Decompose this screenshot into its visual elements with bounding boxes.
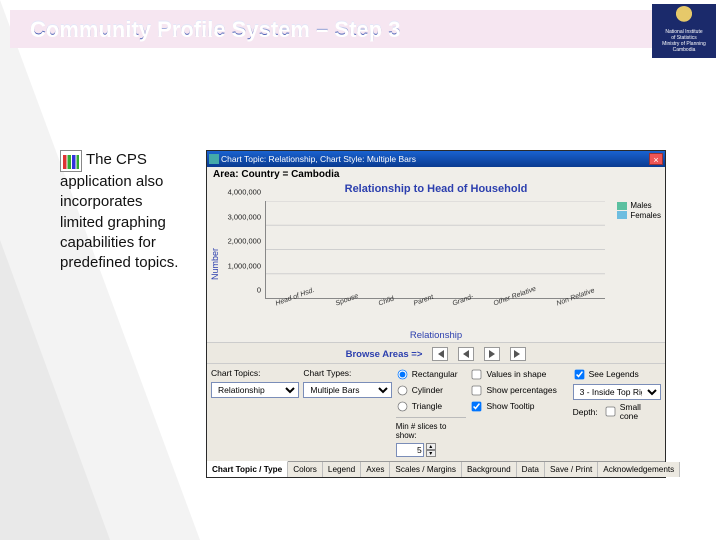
slide-title-bar: Community Profile System – Step 3 (10, 10, 660, 48)
app-titlebar[interactable]: Chart Topic: Relationship, Chart Style: … (207, 151, 665, 167)
prev-button[interactable] (458, 347, 474, 361)
area-label: Area: Country = Cambodia (213, 169, 339, 180)
chart-area: Number 01,000,0002,000,0003,000,0004,000… (209, 199, 663, 329)
chart-title: Relationship to Head of Household (207, 182, 665, 199)
min-slices-input[interactable] (396, 443, 424, 457)
body-column: The CPS application also incorporates li… (60, 150, 190, 478)
y-axis-label: Number (209, 199, 221, 329)
y-tick-label: 4,000,000 (228, 188, 261, 197)
min-slices-label: Min # slices to show: (396, 422, 467, 440)
chart-types-label: Chart Types: (303, 368, 391, 379)
tab-scales-margins[interactable]: Scales / Margins (390, 462, 462, 477)
bar-chart-icon (60, 150, 82, 172)
x-tick-label: Grand- (452, 293, 483, 329)
tab-strip: Chart Topic / TypeColorsLegendAxesScales… (207, 461, 665, 477)
browse-areas-row: Browse Areas => (207, 342, 665, 364)
tab-chart-topic-type[interactable]: Chart Topic / Type (207, 461, 288, 477)
legend-position-select[interactable]: 3 - Inside Top Right (573, 384, 661, 400)
chart-app-window: Chart Topic: Relationship, Chart Style: … (206, 150, 666, 478)
see-legends-check[interactable]: See Legends (573, 368, 661, 381)
x-axis-label: Relationship (207, 329, 665, 342)
org-badge: National Institute of Statistics Ministr… (652, 4, 716, 58)
tab-acknowledgements[interactable]: Acknowledgements (598, 462, 680, 477)
spin-up-button[interactable]: ▴ (426, 443, 436, 450)
chart-topics-select[interactable]: Relationship (211, 382, 299, 398)
controls-panel: Chart Topics: Relationship Chart Types: … (207, 364, 665, 461)
depth-label: Depth: (573, 407, 598, 417)
small-cone-check[interactable]: Small cone (604, 403, 661, 421)
x-tick-label: Spouse (335, 293, 368, 329)
legend-label: Males (630, 201, 651, 211)
tab-background[interactable]: Background (462, 462, 517, 477)
chart-legend: Males Females (617, 201, 661, 220)
swatch-males (617, 202, 627, 210)
plot-area (265, 201, 605, 299)
tab-colors[interactable]: Colors (288, 462, 323, 477)
first-button[interactable] (432, 347, 448, 361)
window-title: Chart Topic: Relationship, Chart Style: … (219, 154, 649, 164)
tab-axes[interactable]: Axes (361, 462, 390, 477)
spin-down-button[interactable]: ▾ (426, 450, 436, 457)
last-button[interactable] (510, 347, 526, 361)
x-tick-label: Child (377, 295, 402, 329)
y-tick-label: 1,000,000 (228, 261, 261, 270)
tab-data[interactable]: Data (517, 462, 545, 477)
tab-save-print[interactable]: Save / Print (545, 462, 598, 477)
values-in-shape-check[interactable]: Values in shape (470, 368, 568, 381)
show-tooltip-check[interactable]: Show Tooltip (470, 400, 568, 413)
crest-icon (674, 6, 694, 28)
swatch-females (617, 211, 627, 219)
y-tick-label: 0 (257, 286, 261, 295)
slide-title: Community Profile System – Step 3 (30, 16, 400, 42)
chart-topics-label: Chart Topics: (211, 368, 299, 379)
browse-areas-label: Browse Areas => (346, 349, 423, 360)
badge-line: Cambodia (652, 47, 716, 53)
tab-legend[interactable]: Legend (323, 462, 361, 477)
show-percentages-check[interactable]: Show percentages (470, 384, 568, 397)
y-tick-label: 2,000,000 (228, 237, 261, 246)
next-button[interactable] (484, 347, 500, 361)
chart-types-select[interactable]: Multiple Bars (303, 382, 391, 398)
app-icon (209, 154, 219, 164)
shape-cylinder-radio[interactable]: Cylinder (396, 384, 467, 397)
x-tick-label: Parent (412, 294, 442, 329)
shape-rectangular-radio[interactable]: Rectangular (396, 368, 467, 381)
legend-label: Females (630, 211, 661, 221)
y-ticks: 01,000,0002,000,0003,000,0004,000,000 (221, 201, 263, 299)
shape-triangle-radio[interactable]: Triangle (396, 400, 467, 413)
y-tick-label: 3,000,000 (228, 212, 261, 221)
close-icon[interactable]: × (649, 153, 663, 165)
x-labels: Head of Hsd.SpouseChildParentGrand-Other… (265, 299, 605, 329)
